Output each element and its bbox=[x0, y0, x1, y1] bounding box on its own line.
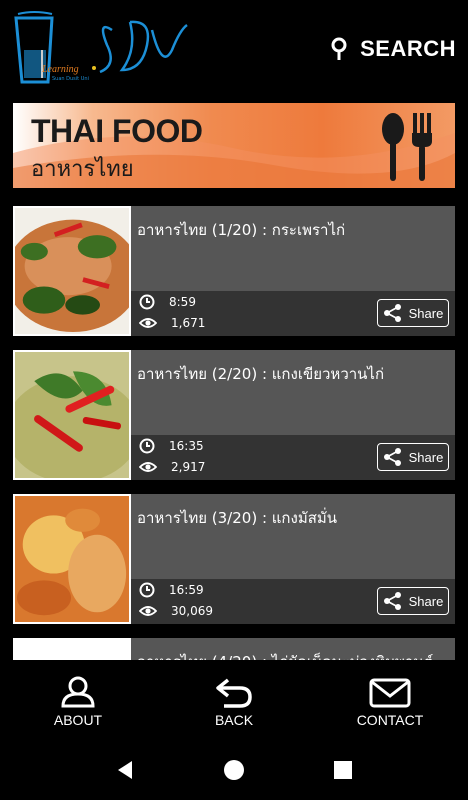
logo-subtext: Suan Dusit Uni bbox=[52, 76, 89, 82]
banner-title: THAI FOOD bbox=[31, 113, 203, 149]
video-duration: 16:59 bbox=[169, 583, 204, 597]
nav-back[interactable]: BACK bbox=[156, 660, 312, 740]
app-logo[interactable]: Learning Suan Dusit Uni bbox=[12, 10, 192, 90]
video-title[interactable]: อาหารไทย (1/20) : กระเพราไก่ bbox=[137, 216, 447, 244]
nav-about-label: ABOUT bbox=[53, 712, 103, 728]
video-duration: 16:35 bbox=[169, 439, 204, 453]
basil-chicken-thumbnail bbox=[15, 208, 129, 334]
video-meta-bar: 8:59 1,671 Share bbox=[131, 291, 455, 336]
video-card[interactable]: อาหารไทย (3/20) : แกงมัสมั่น 16:59 30,06… bbox=[13, 494, 455, 624]
clock-icon bbox=[139, 294, 155, 310]
category-banner: THAI FOOD อาหารไทย bbox=[13, 103, 455, 188]
nav-back-label: BACK bbox=[214, 712, 254, 728]
share-icon bbox=[383, 448, 401, 466]
share-label: Share bbox=[408, 593, 444, 609]
video-card[interactable]: อาหารไทย (1/20) : กระเพราไก่ 8:59 1,671 bbox=[13, 206, 455, 336]
video-views: 1,671 bbox=[171, 316, 206, 330]
video-views: 2,917 bbox=[171, 460, 206, 474]
nav-contact[interactable]: CONTACT bbox=[312, 660, 468, 740]
views-row: 1,671 bbox=[139, 316, 205, 330]
views-row: 30,069 bbox=[139, 604, 213, 618]
system-back-icon[interactable] bbox=[114, 759, 136, 781]
massaman-thumbnail bbox=[15, 496, 129, 622]
person-icon bbox=[61, 676, 95, 708]
search-label: SEARCH bbox=[360, 36, 456, 61]
share-label: Share bbox=[408, 305, 444, 321]
share-button[interactable]: Share bbox=[377, 299, 449, 327]
video-thumbnail[interactable] bbox=[13, 206, 131, 336]
video-title[interactable]: อาหารไทย (3/20) : แกงมัสมั่น bbox=[137, 504, 447, 532]
banner-subtitle: อาหารไทย bbox=[31, 157, 134, 182]
undo-arrow-icon bbox=[216, 678, 252, 708]
app-header: Learning Suan Dusit Uni SEARCH bbox=[0, 0, 468, 100]
views-row: 2,917 bbox=[139, 460, 205, 474]
share-button[interactable]: Share bbox=[377, 587, 449, 615]
bottom-navigation: ABOUT BACK CONTACT bbox=[0, 660, 468, 740]
system-recents-icon[interactable] bbox=[332, 759, 354, 781]
android-system-bar bbox=[0, 740, 468, 800]
location-pin-icon bbox=[331, 37, 347, 60]
duration-row: 8:59 bbox=[139, 294, 196, 310]
video-list[interactable]: อาหารไทย (1/20) : กระเพราไก่ 8:59 1,671 bbox=[13, 206, 455, 660]
video-meta-bar: 16:59 30,069 Share bbox=[131, 579, 455, 624]
green-curry-thumbnail bbox=[15, 352, 129, 478]
video-card[interactable]: อาหารไทย (2/20) : แกงเขียวหวานไก่ 16:35 … bbox=[13, 350, 455, 480]
eye-icon bbox=[139, 462, 157, 472]
video-duration: 8:59 bbox=[169, 295, 196, 309]
cutlery-icon bbox=[382, 113, 432, 181]
envelope-icon bbox=[369, 678, 411, 708]
video-views: 30,069 bbox=[171, 604, 213, 618]
duration-row: 16:59 bbox=[139, 582, 204, 598]
video-thumbnail[interactable] bbox=[13, 638, 131, 660]
video-title[interactable]: อาหารไทย (4/20) : ไก่ผัดเม็ดมะม่วงหิมพาน… bbox=[137, 648, 447, 660]
search-button[interactable]: SEARCH bbox=[330, 36, 456, 62]
duration-row: 16:35 bbox=[139, 438, 204, 454]
share-icon bbox=[383, 304, 401, 322]
video-card[interactable]: อาหารไทย (4/20) : ไก่ผัดเม็ดมะม่วงหิมพาน… bbox=[13, 638, 455, 660]
system-home-icon[interactable] bbox=[223, 759, 245, 781]
logo-text: Learning bbox=[42, 64, 79, 75]
eye-icon bbox=[139, 318, 157, 328]
share-label: Share bbox=[408, 449, 444, 465]
video-title[interactable]: อาหารไทย (2/20) : แกงเขียวหวานไก่ bbox=[137, 360, 447, 388]
nav-about[interactable]: ABOUT bbox=[0, 660, 156, 740]
eye-icon bbox=[139, 606, 157, 616]
logo-graphic bbox=[14, 11, 188, 84]
video-meta-bar: 16:35 2,917 Share bbox=[131, 435, 455, 480]
clock-icon bbox=[139, 438, 155, 454]
share-icon bbox=[383, 592, 401, 610]
nav-contact-label: CONTACT bbox=[356, 712, 424, 728]
video-thumbnail[interactable] bbox=[13, 494, 131, 624]
video-thumbnail[interactable] bbox=[13, 350, 131, 480]
clock-icon bbox=[139, 582, 155, 598]
share-button[interactable]: Share bbox=[377, 443, 449, 471]
